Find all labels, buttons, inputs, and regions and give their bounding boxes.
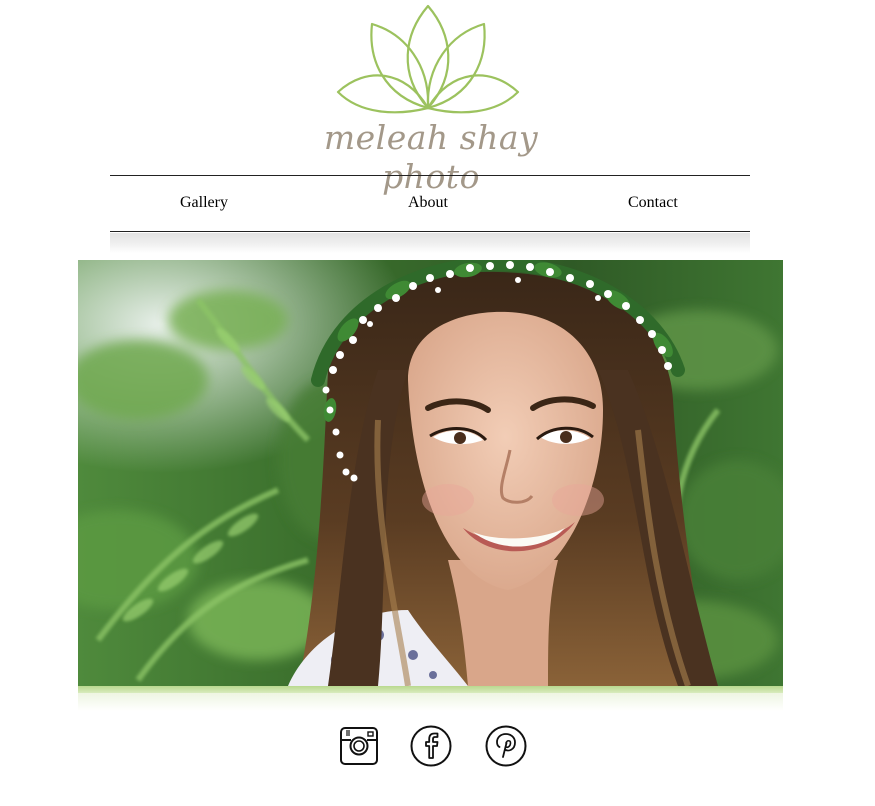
hero-accent-bar [78,686,783,693]
site-logo[interactable]: meleah shay photo [270,0,590,196]
hero-photo [78,260,783,686]
nav-item-contact[interactable]: Contact [628,194,678,212]
instagram-icon[interactable] [337,724,381,768]
hero-bottom-fade [78,693,783,711]
nav-item-gallery[interactable]: Gallery [180,194,228,212]
lotus-logo-icon [336,4,520,114]
pinterest-icon[interactable] [484,724,528,768]
nav-item-about[interactable]: About [408,194,448,212]
facebook-icon[interactable] [409,724,453,768]
nav-shadow [110,233,750,253]
main-nav: Gallery About Contact [110,175,750,232]
